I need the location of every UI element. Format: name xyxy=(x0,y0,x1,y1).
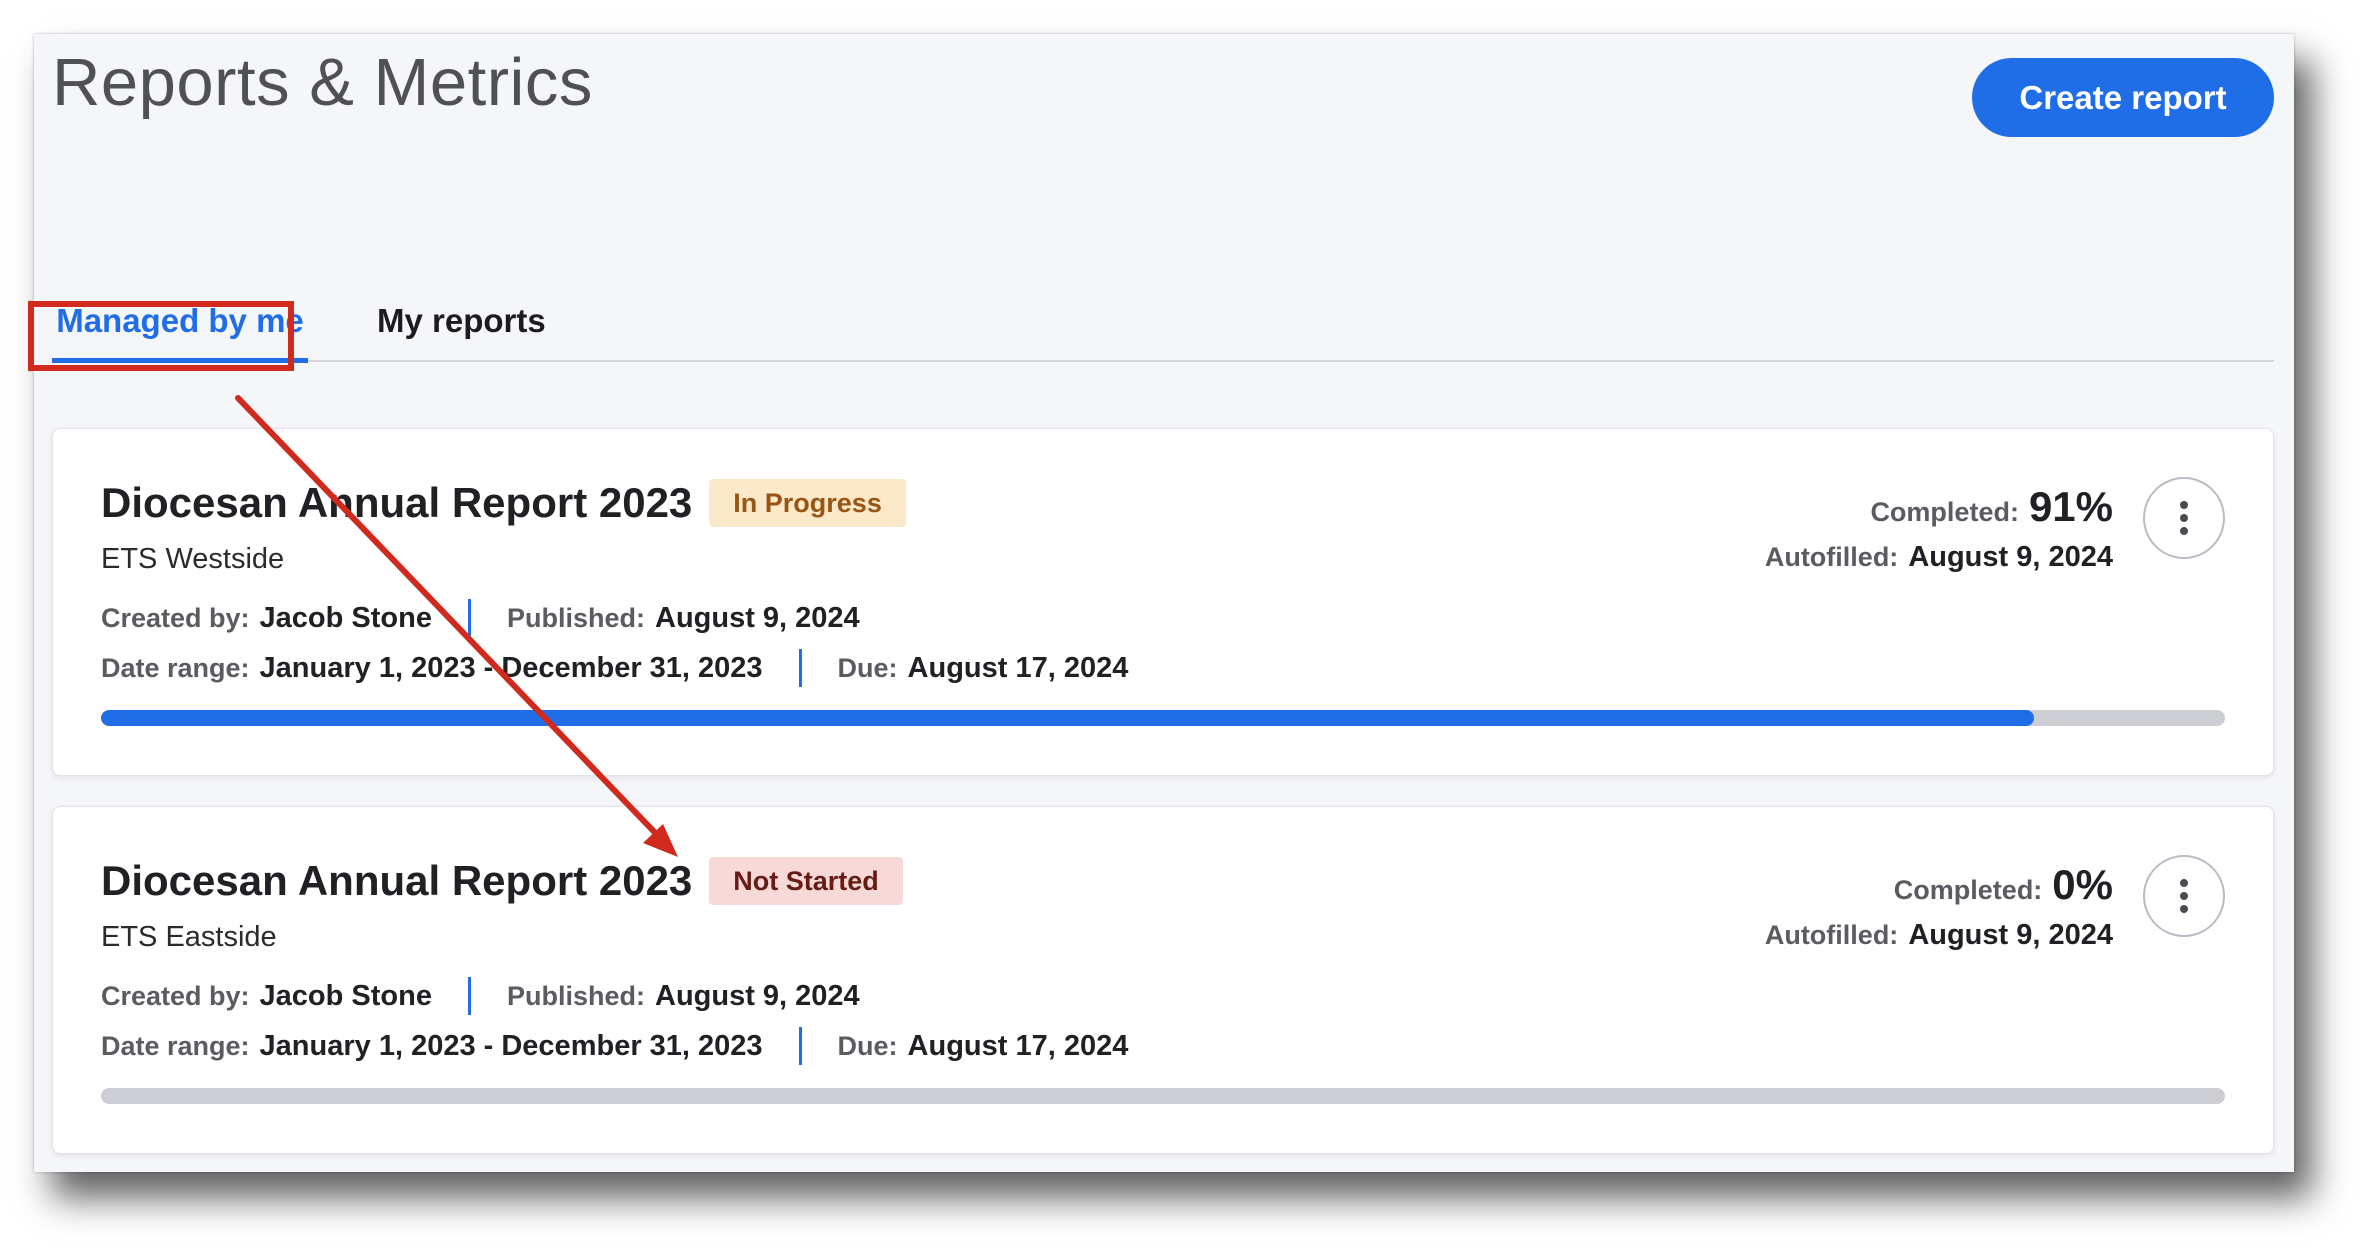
report-card[interactable]: Diocesan Annual Report 2023 Not Started … xyxy=(52,806,2274,1154)
tab-managed-by-me[interactable]: Managed by me xyxy=(52,284,308,363)
report-title[interactable]: Diocesan Annual Report 2023 xyxy=(101,479,692,527)
divider xyxy=(798,649,802,687)
status-badge: Not Started xyxy=(709,857,903,905)
report-meta-row: Created by: Jacob Stone Published: Augus… xyxy=(101,599,860,637)
published-value: August 9, 2024 xyxy=(655,979,860,1012)
progress-fill xyxy=(101,710,2034,726)
report-organization: ETS Eastside xyxy=(101,921,277,953)
report-stats: Completed: 0% Autofilled: August 9, 2024 xyxy=(1765,861,2113,952)
autofilled-label: Autofilled: xyxy=(1764,542,1899,572)
autofilled-label: Autofilled: xyxy=(1764,920,1899,950)
progress-bar xyxy=(101,710,2225,726)
date-range-label: Date range: xyxy=(101,652,250,683)
due-value: August 17, 2024 xyxy=(907,1029,1129,1062)
report-meta-row: Created by: Jacob Stone Published: Augus… xyxy=(101,977,860,1015)
report-title[interactable]: Diocesan Annual Report 2023 xyxy=(101,857,692,905)
completed-percent: 0% xyxy=(2052,861,2113,908)
date-range-label: Date range: xyxy=(101,1030,250,1061)
report-meta-row: Date range: January 1, 2023 - December 3… xyxy=(101,649,1128,687)
created-by-value: Jacob Stone xyxy=(259,601,432,634)
app-window: Reports & Metrics Create report Managed … xyxy=(28,34,2294,1172)
report-title-row: Diocesan Annual Report 2023 In Progress xyxy=(101,479,906,527)
completed-label: Completed: xyxy=(1870,497,2019,527)
due-label: Due: xyxy=(837,652,898,683)
completed-label: Completed: xyxy=(1893,875,2043,905)
created-by-label: Created by: xyxy=(101,980,250,1011)
report-title-row: Diocesan Annual Report 2023 Not Started xyxy=(101,857,903,905)
created-by-label: Created by: xyxy=(101,602,250,633)
report-card[interactable]: Diocesan Annual Report 2023 In Progress … xyxy=(52,428,2274,776)
more-vertical-icon xyxy=(2180,879,2188,913)
more-vertical-icon xyxy=(2180,501,2188,535)
created-by-value: Jacob Stone xyxy=(259,979,432,1012)
page-title: Reports & Metrics xyxy=(52,45,593,120)
autofilled-value: August 9, 2024 xyxy=(1908,541,2113,573)
report-meta-row: Date range: January 1, 2023 - December 3… xyxy=(101,1027,1128,1065)
published-label: Published: xyxy=(506,602,645,633)
tab-my-reports[interactable]: My reports xyxy=(377,284,546,358)
report-stats: Completed: 91% Autofilled: August 9, 202… xyxy=(1765,483,2113,574)
date-range-value: January 1, 2023 - December 31, 2023 xyxy=(259,651,763,684)
published-value: August 9, 2024 xyxy=(655,601,860,634)
published-label: Published: xyxy=(506,980,645,1011)
report-menu-button[interactable] xyxy=(2143,855,2225,937)
divider xyxy=(467,977,471,1015)
divider xyxy=(467,599,471,637)
create-report-button[interactable]: Create report xyxy=(1972,58,2274,137)
status-badge: In Progress xyxy=(709,479,906,527)
date-range-value: January 1, 2023 - December 31, 2023 xyxy=(259,1029,763,1062)
autofilled-value: August 9, 2024 xyxy=(1908,919,2113,951)
divider xyxy=(798,1027,802,1065)
completed-percent: 91% xyxy=(2028,483,2113,530)
progress-bar xyxy=(101,1088,2225,1104)
report-menu-button[interactable] xyxy=(2143,477,2225,559)
report-organization: ETS Westside xyxy=(101,543,285,575)
due-value: August 17, 2024 xyxy=(907,651,1129,684)
tab-bar: Managed by me My reports xyxy=(52,284,2274,363)
due-label: Due: xyxy=(837,1030,898,1061)
